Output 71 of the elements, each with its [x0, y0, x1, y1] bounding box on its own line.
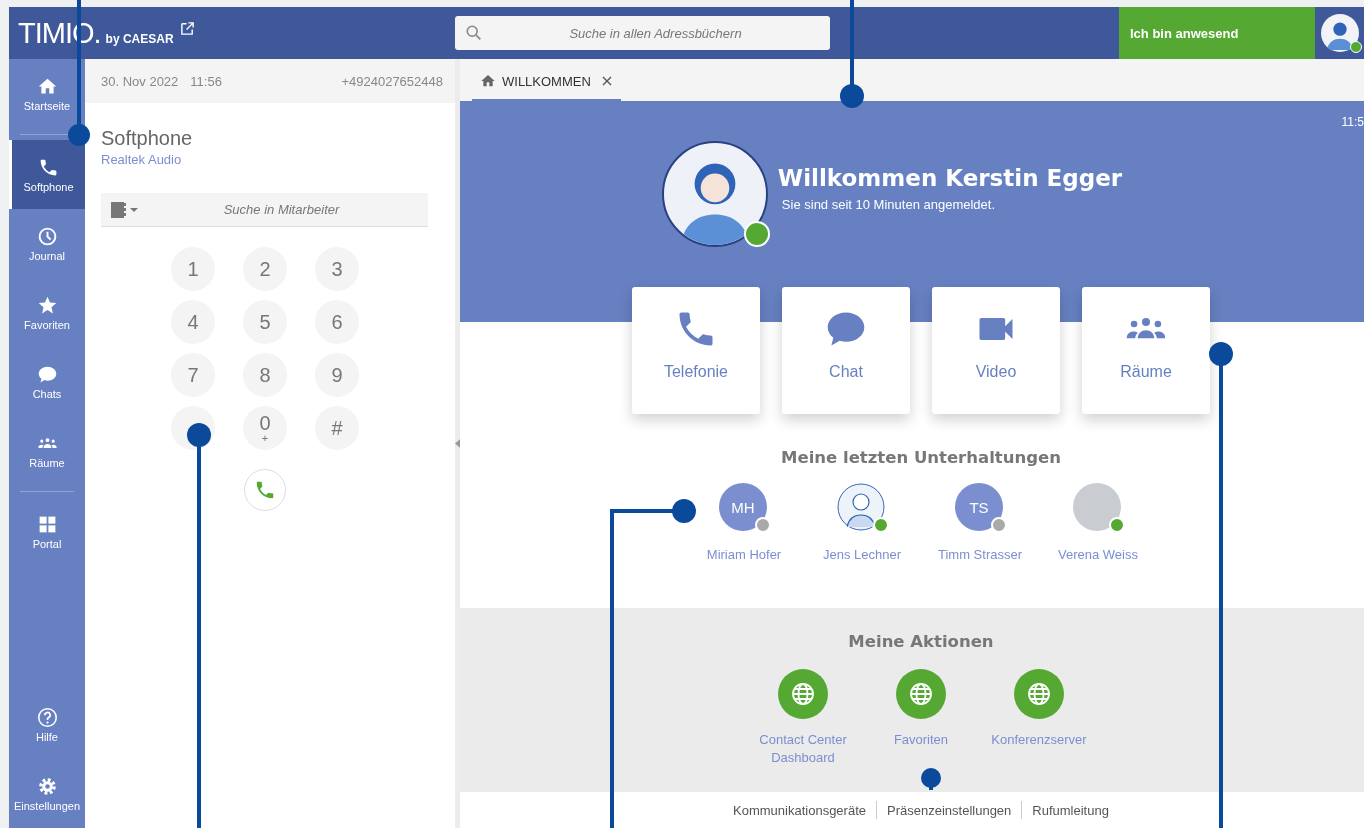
keypad-key[interactable]: 4: [171, 300, 215, 344]
keypad-key[interactable]: 6: [315, 300, 359, 344]
callout-marker: [921, 768, 941, 790]
sidebar-item[interactable]: Räume: [9, 416, 85, 485]
keypad-key[interactable]: 2: [243, 247, 287, 291]
sidebar-item[interactable]: Journal: [9, 209, 85, 278]
clock-label: 11:5: [1341, 115, 1364, 131]
search-field[interactable]: Suche in Mitarbeiter: [101, 193, 428, 227]
audio-device-label: Realtek Audio: [101, 152, 183, 167]
globe-icon: [896, 669, 946, 719]
globe-icon: [1014, 669, 1064, 719]
help-icon: [36, 706, 58, 728]
user-avatar[interactable]: [1320, 14, 1359, 52]
phone-number: +4924027652448: [341, 73, 443, 89]
keypad-key[interactable]: 0 +: [243, 406, 287, 450]
sidebar-item[interactable]: Einstellungen: [9, 759, 85, 828]
contact-item[interactable]: Verena Weiss: [1039, 483, 1157, 562]
panel-title: Softphone: [101, 127, 194, 150]
logo: TIMIO.: [18, 16, 101, 50]
welcome-title: Willkommen Kerstin Egger: [777, 164, 1123, 191]
keypad-key[interactable]: 9: [315, 353, 359, 397]
time-label: 11:56: [190, 73, 222, 89]
keypad-key[interactable]: 5: [243, 300, 287, 344]
feature-tile[interactable]: Telefonie: [632, 287, 760, 414]
settings-icon: [36, 775, 58, 797]
contact-item[interactable]: MH Miriam Hofer: [685, 483, 803, 562]
initials-avatar: TS: [955, 483, 1003, 531]
feature-tile[interactable]: Video: [932, 287, 1060, 414]
keypad-key[interactable]: #: [315, 406, 359, 450]
sidebar-item[interactable]: Portal: [9, 497, 85, 566]
search-icon: [465, 24, 483, 42]
sidebar-item[interactable]: Chats: [9, 347, 85, 416]
call-button[interactable]: [244, 469, 286, 511]
presence-status-button[interactable]: Ich bin anwesend: [1119, 7, 1315, 59]
action-link[interactable]: Favoriten: [866, 669, 976, 767]
section-title: Meine letzten Unterhaltungen: [781, 448, 1061, 467]
contact-item[interactable]: TS Timm Strasser: [921, 483, 1039, 562]
keypad-key[interactable]: 7: [171, 353, 215, 397]
sidebar-item[interactable]: Softphone: [9, 140, 85, 209]
user-avatar: [837, 483, 885, 531]
close-icon[interactable]: [600, 75, 613, 87]
footer-link[interactable]: Kommunikationsgeräte: [733, 802, 866, 818]
action-link[interactable]: Contact Center Dashboard: [748, 669, 858, 767]
footer-link[interactable]: Präsenzeinstellungen: [887, 802, 1012, 818]
globe-icon: [778, 669, 828, 719]
keypad-key[interactable]: 8: [243, 353, 287, 397]
home-icon: [480, 73, 496, 89]
feature-tile[interactable]: Räume: [1082, 287, 1210, 414]
address-book-dropdown-icon[interactable]: [109, 201, 141, 219]
clock-icon: [36, 225, 58, 247]
contact-item[interactable]: Jens Lechner: [803, 483, 921, 562]
phone-icon: [254, 479, 276, 501]
sidebar-item[interactable]: Favoriten: [9, 278, 85, 347]
sidebar-item[interactable]: Hilfe: [9, 690, 85, 759]
logo-suffix: by CAESAR: [105, 31, 174, 46]
section-title: Meine Aktionen: [848, 632, 994, 651]
photo-placeholder: [1073, 483, 1121, 531]
footer-link[interactable]: Rufumleitung: [1032, 802, 1109, 818]
feature-tile[interactable]: Chat: [782, 287, 910, 414]
external-link-icon[interactable]: [179, 20, 195, 36]
date-label: 30. Nov 2022: [101, 73, 179, 89]
keypad-key[interactable]: 1: [171, 247, 215, 291]
action-link[interactable]: Konferenzserver: [984, 669, 1094, 767]
initials-avatar: MH: [719, 483, 767, 531]
search-field[interactable]: Suche in allen Adressbüchern: [455, 16, 830, 50]
status-dot: [1350, 41, 1362, 53]
status-dot: [743, 221, 770, 247]
sidebar-item[interactable]: Startseite: [9, 59, 85, 128]
keypad-key[interactable]: 3: [315, 247, 359, 291]
login-duration-text: Sie sind seit 10 Minuten angemeldet.: [781, 196, 997, 212]
star-icon: [36, 294, 58, 316]
